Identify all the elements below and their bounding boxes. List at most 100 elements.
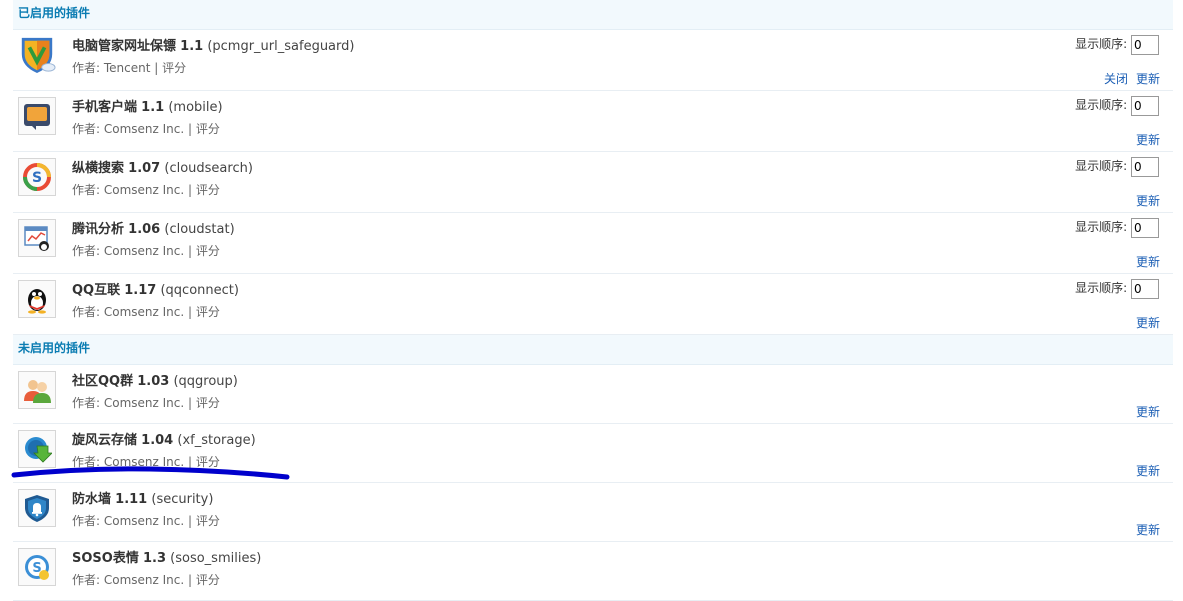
group-icon [18,371,56,409]
plugin-author: Comsenz Inc. [103,455,185,469]
enabled-plugins-title: 已启用的插件 [18,6,91,20]
separator: | [184,122,196,136]
order-label: 显示顺序: [1075,220,1128,234]
author-prefix: 作者: [72,455,104,469]
plugin-row-soso-smilies: S SOSO表情 1.3 (soso_smilies) 作者: Comsenz … [13,542,1173,601]
disabled-plugins-title: 未启用的插件 [18,341,91,355]
separator: | [150,61,163,75]
order-input[interactable] [1131,157,1159,177]
order-label: 显示顺序: [1075,37,1128,51]
order-input[interactable] [1131,218,1159,238]
update-link[interactable]: 更新 [1136,405,1160,419]
plugin-name: 防水墙 [72,492,112,507]
order-input[interactable] [1131,35,1159,55]
plugin-author: Comsenz Inc. [103,305,185,319]
plugin-identifier: (qqconnect) [160,283,239,298]
plugin-version: 1.1 [141,100,165,115]
rating-link[interactable]: 评分 [196,455,220,469]
update-link[interactable]: 更新 [1136,255,1160,269]
separator: | [184,573,196,587]
plugin-version: 1.04 [141,433,174,448]
security-bell-icon [18,489,56,527]
plugin-name: 腾讯分析 [72,222,125,237]
close-link[interactable]: 关闭 [1104,72,1128,86]
plugin-version: 1.1 [180,39,204,54]
author-prefix: 作者: [72,514,104,528]
plugin-version: 1.17 [124,283,157,298]
author-prefix: 作者: [72,183,104,197]
update-link[interactable]: 更新 [1136,72,1160,86]
rating-link[interactable]: 评分 [196,514,220,528]
plugin-identifier: (cloudstat) [164,222,235,237]
separator: | [184,244,196,258]
order-label: 显示顺序: [1075,159,1128,173]
plugin-version: 1.3 [142,551,167,566]
separator: | [184,514,196,528]
rating-link[interactable]: 评分 [196,305,220,319]
plugin-name: 纵横搜索 [72,161,125,176]
cloud-download-icon [18,430,56,468]
soso-smiley-icon: S [18,548,56,586]
order-input[interactable] [1131,96,1159,116]
plugin-row-cloudsearch: S 纵横搜索 1.07 (cloudsearch) 作者: Comsenz In… [13,152,1173,213]
separator: | [184,183,196,197]
plugin-identifier: (mobile) [168,100,223,115]
author-prefix: 作者: [72,61,104,75]
plugin-row-mobile: 手机客户端 1.1 (mobile) 作者: Comsenz Inc. | 评分… [13,91,1173,152]
update-link[interactable]: 更新 [1136,194,1160,208]
plugin-name: QQ互联 [72,283,121,298]
plugin-identifier: (pcmgr_url_safeguard) [207,39,355,54]
plugin-author: Comsenz Inc. [103,122,185,136]
plugin-version: 1.06 [128,222,161,237]
analytics-icon [18,219,56,257]
plugin-author: Comsenz Inc. [103,396,185,410]
plugin-identifier: (qqgroup) [173,374,238,389]
plugin-identifier: (security) [151,492,214,507]
plugin-row-qqconnect: QQ互联 1.17 (qqconnect) 作者: Comsenz Inc. |… [13,274,1173,335]
author-prefix: 作者: [72,305,104,319]
order-input[interactable] [1131,279,1159,299]
plugin-identifier: (cloudsearch) [164,161,253,176]
plugin-version: 1.11 [115,492,148,507]
plugin-row-cloudstat: 腾讯分析 1.06 (cloudstat) 作者: Comsenz Inc. |… [13,213,1173,274]
update-link[interactable]: 更新 [1136,523,1160,537]
plugin-row-xf-storage: 旋风云存储 1.04 (xf_storage) 作者: Comsenz Inc.… [13,424,1173,483]
order-label: 显示顺序: [1075,98,1128,112]
plugin-name: 旋风云存储 [72,433,138,448]
plugin-version: 1.07 [128,161,161,176]
plugin-author: Tencent [103,61,151,75]
separator: | [184,455,196,469]
qq-penguin-icon [18,280,56,318]
update-link[interactable]: 更新 [1136,316,1160,330]
disabled-plugins-header: 未启用的插件 [13,335,1173,365]
separator: | [184,305,196,319]
shield-icon [18,36,56,74]
rating-link[interactable]: 评分 [196,122,220,136]
search-s-icon: S [18,158,56,196]
svg-text:S: S [32,170,42,186]
rating-link[interactable]: 评分 [162,61,186,75]
plugin-identifier: (soso_smilies) [170,551,262,566]
rating-link[interactable]: 评分 [196,573,220,587]
author-prefix: 作者: [72,244,104,258]
plugin-author: Comsenz Inc. [103,573,185,587]
plugin-row-pcmgr-url-safeguard: 电脑管家网址保镖 1.1 (pcmgr_url_safeguard) 作者: T… [13,30,1173,91]
mobile-icon [18,97,56,135]
rating-link[interactable]: 评分 [196,183,220,197]
plugin-row-security: 防水墙 1.11 (security) 作者: Comsenz Inc. | 评… [13,483,1173,542]
plugin-name: SOSO表情 [72,551,139,566]
plugin-row-qqgroup: 社区QQ群 1.03 (qqgroup) 作者: Comsenz Inc. | … [13,365,1173,424]
separator: | [184,396,196,410]
plugin-version: 1.03 [137,374,170,389]
rating-link[interactable]: 评分 [196,244,220,258]
plugin-author: Comsenz Inc. [103,244,185,258]
rating-link[interactable]: 评分 [196,396,220,410]
update-link[interactable]: 更新 [1136,464,1160,478]
plugin-identifier: (xf_storage) [177,433,256,448]
plugin-name: 手机客户端 [72,100,138,115]
order-label: 显示顺序: [1075,281,1128,295]
update-link[interactable]: 更新 [1136,133,1160,147]
author-prefix: 作者: [72,396,104,410]
plugin-list: 已启用的插件 电脑管家网址保镖 1.1 (pcmgr_url_safeguard… [13,0,1173,601]
plugin-author: Comsenz Inc. [103,514,185,528]
